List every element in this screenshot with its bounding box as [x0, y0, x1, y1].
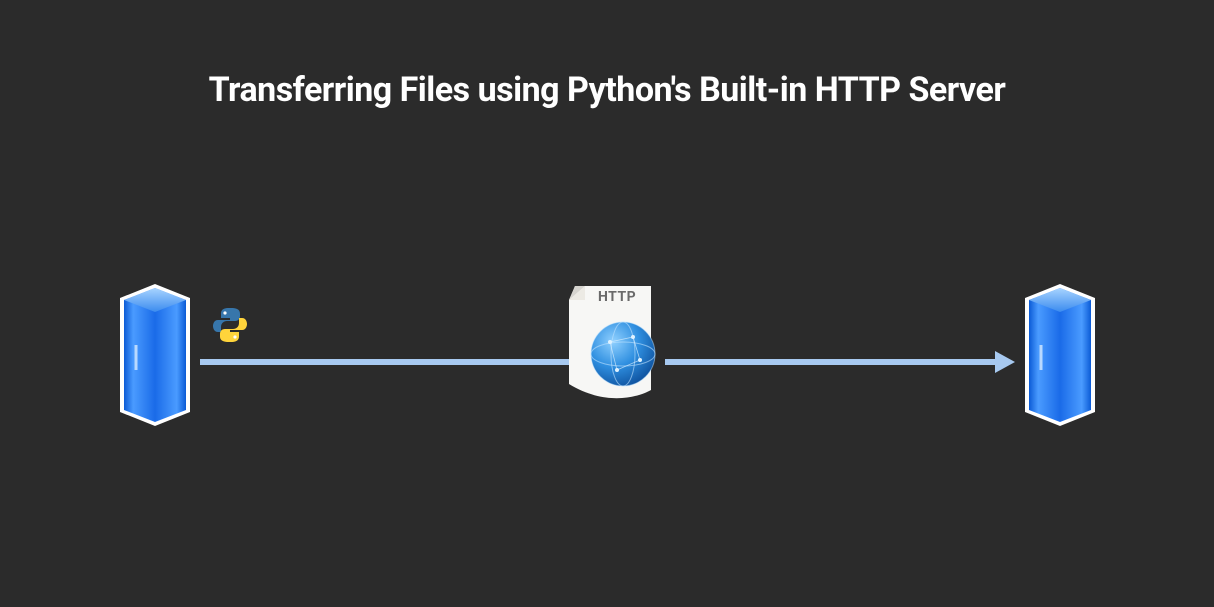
diagram-canvas: HTTP: [0, 270, 1214, 440]
server-left-icon: [110, 280, 200, 430]
diagram-title: Transferring Files using Python's Built-…: [0, 70, 1214, 110]
server-right-icon: [1015, 280, 1105, 430]
arrow-center-to-right: [665, 352, 1015, 362]
arrow-left-to-center: [200, 352, 570, 362]
http-label: HTTP: [598, 289, 636, 305]
python-icon: [210, 305, 250, 345]
